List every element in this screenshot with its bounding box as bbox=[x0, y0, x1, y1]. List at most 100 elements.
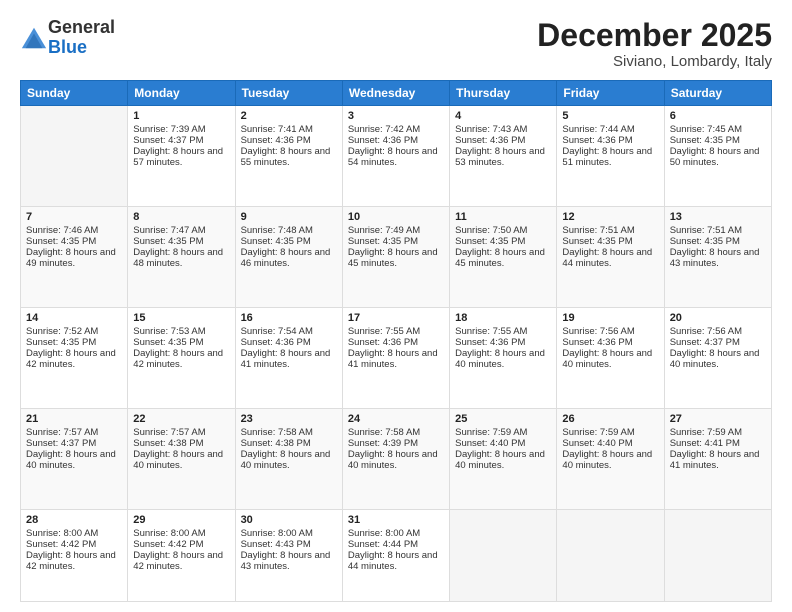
sunset-text: Sunset: 4:35 PM bbox=[133, 236, 229, 247]
daylight-text: Daylight: 8 hours and 42 minutes. bbox=[133, 348, 229, 370]
calendar-cell: 30Sunrise: 8:00 AMSunset: 4:43 PMDayligh… bbox=[235, 510, 342, 602]
sunset-text: Sunset: 4:38 PM bbox=[133, 438, 229, 449]
sunset-text: Sunset: 4:36 PM bbox=[348, 135, 444, 146]
calendar-cell: 9Sunrise: 7:48 AMSunset: 4:35 PMDaylight… bbox=[235, 207, 342, 308]
day-number: 10 bbox=[348, 211, 444, 223]
day-number: 30 bbox=[241, 514, 337, 526]
day-number: 15 bbox=[133, 312, 229, 324]
calendar-table: Sunday Monday Tuesday Wednesday Thursday… bbox=[20, 80, 772, 602]
sunrise-text: Sunrise: 7:52 AM bbox=[26, 326, 122, 337]
calendar-cell: 16Sunrise: 7:54 AMSunset: 4:36 PMDayligh… bbox=[235, 308, 342, 409]
calendar-cell: 20Sunrise: 7:56 AMSunset: 4:37 PMDayligh… bbox=[664, 308, 771, 409]
daylight-text: Daylight: 8 hours and 45 minutes. bbox=[348, 247, 444, 269]
sunset-text: Sunset: 4:40 PM bbox=[455, 438, 551, 449]
daylight-text: Daylight: 8 hours and 57 minutes. bbox=[133, 146, 229, 168]
calendar-cell: 17Sunrise: 7:55 AMSunset: 4:36 PMDayligh… bbox=[342, 308, 449, 409]
calendar-cell: 19Sunrise: 7:56 AMSunset: 4:36 PMDayligh… bbox=[557, 308, 664, 409]
day-number: 29 bbox=[133, 514, 229, 526]
sunset-text: Sunset: 4:41 PM bbox=[670, 438, 766, 449]
daylight-text: Daylight: 8 hours and 42 minutes. bbox=[26, 550, 122, 572]
sunrise-text: Sunrise: 7:59 AM bbox=[562, 427, 658, 438]
calendar-cell: 3Sunrise: 7:42 AMSunset: 4:36 PMDaylight… bbox=[342, 106, 449, 207]
sunrise-text: Sunrise: 7:57 AM bbox=[133, 427, 229, 438]
logo-general-text: General bbox=[48, 17, 115, 37]
sunrise-text: Sunrise: 7:59 AM bbox=[670, 427, 766, 438]
sunrise-text: Sunrise: 7:42 AM bbox=[348, 124, 444, 135]
day-number: 26 bbox=[562, 413, 658, 425]
sunset-text: Sunset: 4:36 PM bbox=[562, 337, 658, 348]
sunset-text: Sunset: 4:36 PM bbox=[562, 135, 658, 146]
daylight-text: Daylight: 8 hours and 54 minutes. bbox=[348, 146, 444, 168]
daylight-text: Daylight: 8 hours and 55 minutes. bbox=[241, 146, 337, 168]
sunset-text: Sunset: 4:42 PM bbox=[26, 539, 122, 550]
day-number: 31 bbox=[348, 514, 444, 526]
sunrise-text: Sunrise: 7:39 AM bbox=[133, 124, 229, 135]
calendar-cell: 21Sunrise: 7:57 AMSunset: 4:37 PMDayligh… bbox=[21, 409, 128, 510]
sunrise-text: Sunrise: 7:48 AM bbox=[241, 225, 337, 236]
sunset-text: Sunset: 4:36 PM bbox=[241, 135, 337, 146]
col-saturday: Saturday bbox=[664, 81, 771, 106]
sunrise-text: Sunrise: 7:41 AM bbox=[241, 124, 337, 135]
calendar-cell bbox=[557, 510, 664, 602]
col-wednesday: Wednesday bbox=[342, 81, 449, 106]
daylight-text: Daylight: 8 hours and 40 minutes. bbox=[348, 449, 444, 471]
daylight-text: Daylight: 8 hours and 41 minutes. bbox=[670, 449, 766, 471]
day-number: 2 bbox=[241, 110, 337, 122]
month-title: December 2025 bbox=[537, 18, 772, 53]
daylight-text: Daylight: 8 hours and 42 minutes. bbox=[26, 348, 122, 370]
sunset-text: Sunset: 4:36 PM bbox=[348, 337, 444, 348]
calendar-cell: 11Sunrise: 7:50 AMSunset: 4:35 PMDayligh… bbox=[450, 207, 557, 308]
sunset-text: Sunset: 4:43 PM bbox=[241, 539, 337, 550]
calendar-week-row: 21Sunrise: 7:57 AMSunset: 4:37 PMDayligh… bbox=[21, 409, 772, 510]
sunset-text: Sunset: 4:36 PM bbox=[241, 337, 337, 348]
daylight-text: Daylight: 8 hours and 42 minutes. bbox=[133, 550, 229, 572]
sunset-text: Sunset: 4:36 PM bbox=[455, 135, 551, 146]
sunrise-text: Sunrise: 7:55 AM bbox=[455, 326, 551, 337]
calendar-cell: 26Sunrise: 7:59 AMSunset: 4:40 PMDayligh… bbox=[557, 409, 664, 510]
sunrise-text: Sunrise: 7:55 AM bbox=[348, 326, 444, 337]
day-number: 25 bbox=[455, 413, 551, 425]
calendar-week-row: 7Sunrise: 7:46 AMSunset: 4:35 PMDaylight… bbox=[21, 207, 772, 308]
calendar-cell: 31Sunrise: 8:00 AMSunset: 4:44 PMDayligh… bbox=[342, 510, 449, 602]
sunset-text: Sunset: 4:35 PM bbox=[26, 236, 122, 247]
day-number: 12 bbox=[562, 211, 658, 223]
daylight-text: Daylight: 8 hours and 40 minutes. bbox=[241, 449, 337, 471]
daylight-text: Daylight: 8 hours and 50 minutes. bbox=[670, 146, 766, 168]
day-number: 19 bbox=[562, 312, 658, 324]
sunrise-text: Sunrise: 7:56 AM bbox=[562, 326, 658, 337]
sunset-text: Sunset: 4:35 PM bbox=[26, 337, 122, 348]
calendar-week-row: 1Sunrise: 7:39 AMSunset: 4:37 PMDaylight… bbox=[21, 106, 772, 207]
day-number: 7 bbox=[26, 211, 122, 223]
title-block: December 2025 Siviano, Lombardy, Italy bbox=[537, 18, 772, 70]
day-number: 5 bbox=[562, 110, 658, 122]
calendar-header-row: Sunday Monday Tuesday Wednesday Thursday… bbox=[21, 81, 772, 106]
sunrise-text: Sunrise: 7:57 AM bbox=[26, 427, 122, 438]
sunset-text: Sunset: 4:44 PM bbox=[348, 539, 444, 550]
day-number: 8 bbox=[133, 211, 229, 223]
calendar-cell: 6Sunrise: 7:45 AMSunset: 4:35 PMDaylight… bbox=[664, 106, 771, 207]
sunset-text: Sunset: 4:38 PM bbox=[241, 438, 337, 449]
daylight-text: Daylight: 8 hours and 46 minutes. bbox=[241, 247, 337, 269]
day-number: 18 bbox=[455, 312, 551, 324]
sunrise-text: Sunrise: 7:44 AM bbox=[562, 124, 658, 135]
sunrise-text: Sunrise: 8:00 AM bbox=[133, 528, 229, 539]
col-sunday: Sunday bbox=[21, 81, 128, 106]
daylight-text: Daylight: 8 hours and 43 minutes. bbox=[670, 247, 766, 269]
page: General Blue December 2025 Siviano, Lomb… bbox=[0, 0, 792, 612]
sunset-text: Sunset: 4:35 PM bbox=[133, 337, 229, 348]
day-number: 1 bbox=[133, 110, 229, 122]
daylight-text: Daylight: 8 hours and 40 minutes. bbox=[26, 449, 122, 471]
calendar-cell: 24Sunrise: 7:58 AMSunset: 4:39 PMDayligh… bbox=[342, 409, 449, 510]
daylight-text: Daylight: 8 hours and 45 minutes. bbox=[455, 247, 551, 269]
calendar-cell: 23Sunrise: 7:58 AMSunset: 4:38 PMDayligh… bbox=[235, 409, 342, 510]
sunrise-text: Sunrise: 7:47 AM bbox=[133, 225, 229, 236]
sunrise-text: Sunrise: 8:00 AM bbox=[348, 528, 444, 539]
sunset-text: Sunset: 4:36 PM bbox=[455, 337, 551, 348]
day-number: 4 bbox=[455, 110, 551, 122]
daylight-text: Daylight: 8 hours and 40 minutes. bbox=[455, 449, 551, 471]
sunrise-text: Sunrise: 7:45 AM bbox=[670, 124, 766, 135]
logo-blue-text: Blue bbox=[48, 37, 87, 57]
daylight-text: Daylight: 8 hours and 43 minutes. bbox=[241, 550, 337, 572]
col-tuesday: Tuesday bbox=[235, 81, 342, 106]
col-thursday: Thursday bbox=[450, 81, 557, 106]
